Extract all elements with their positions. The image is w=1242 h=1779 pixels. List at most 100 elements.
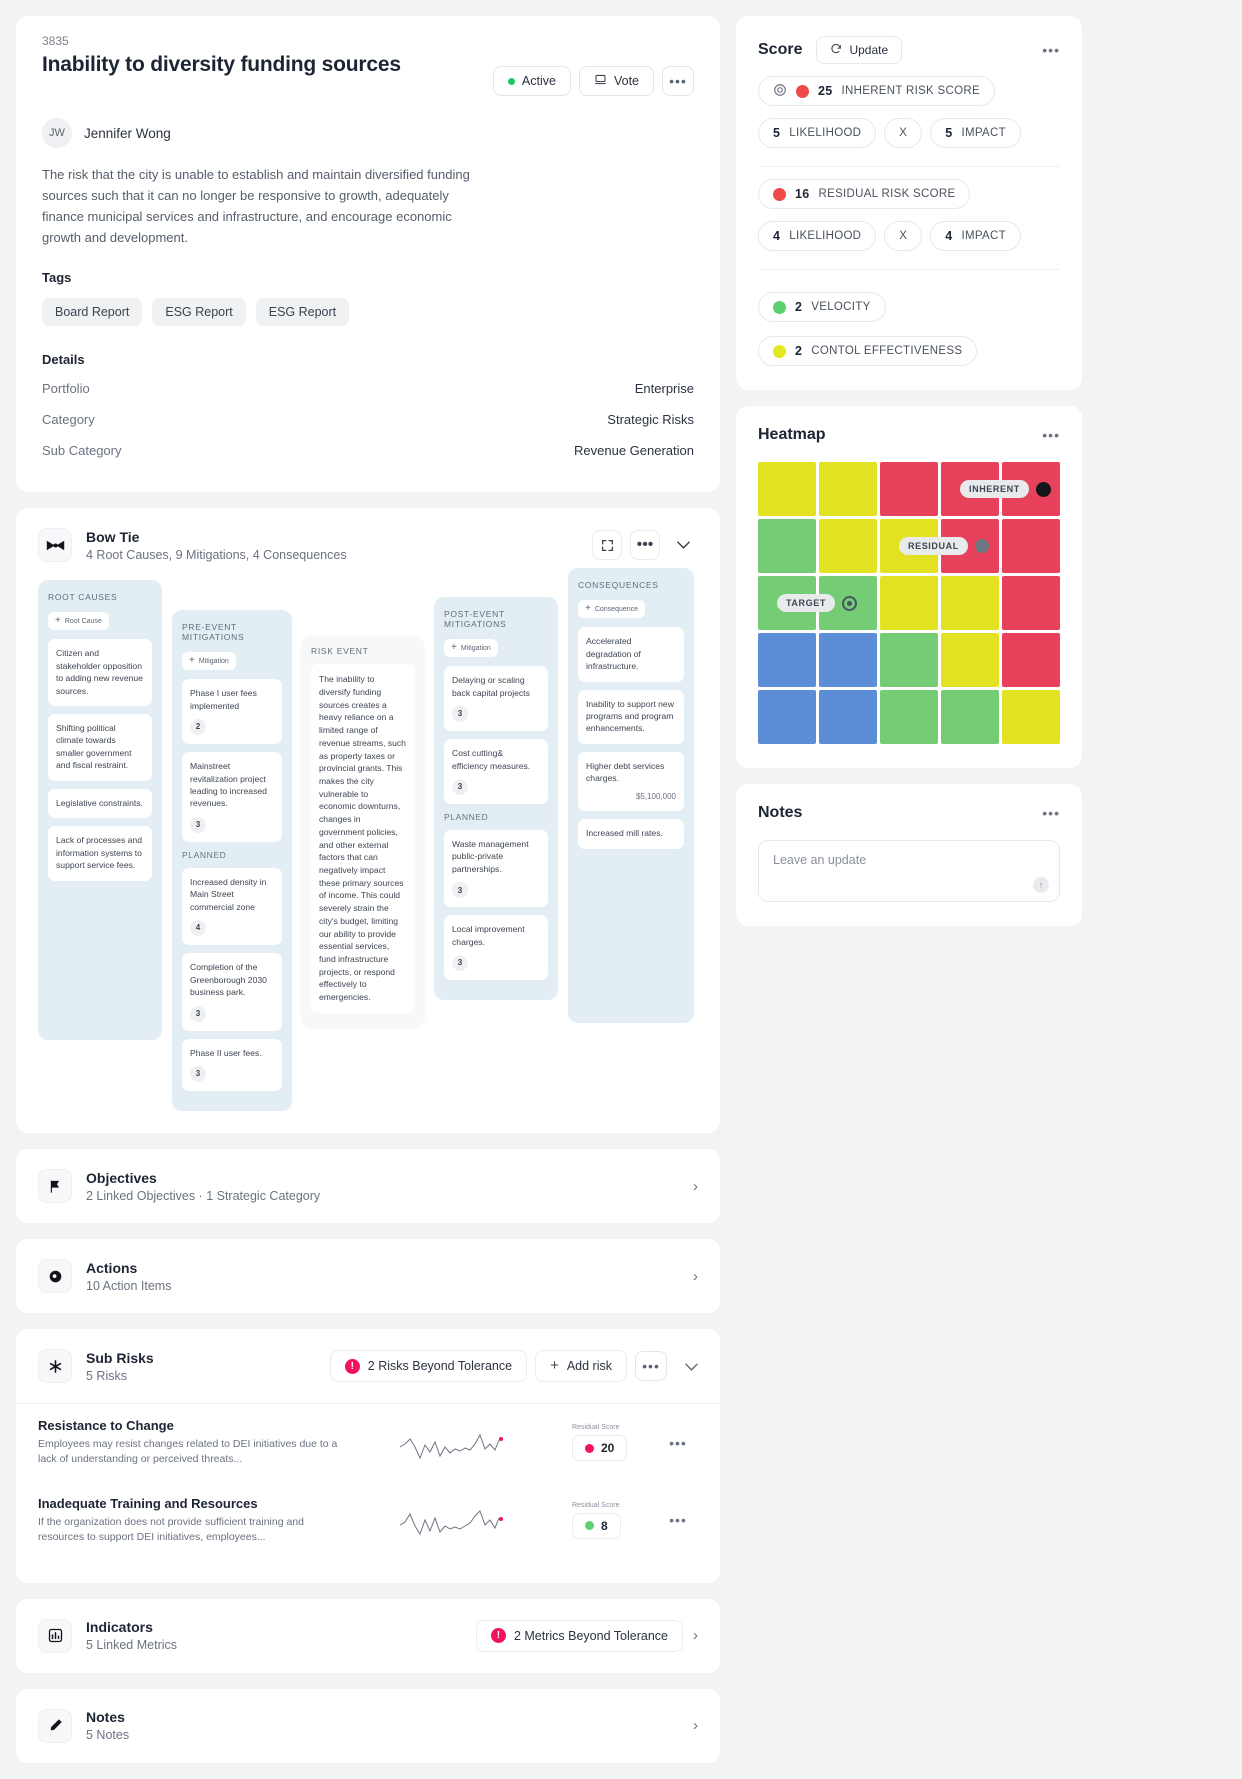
mitigation-card[interactable]: Waste management public-private partners… — [444, 830, 548, 908]
add-mitigation-button[interactable]: + Mitigation — [444, 639, 498, 658]
note-input-box[interactable]: Leave an update ↑ — [758, 840, 1060, 902]
heatmap-cell[interactable] — [758, 690, 816, 744]
heatmap-cell[interactable] — [1002, 576, 1060, 630]
heatmap-cell[interactable] — [880, 633, 938, 687]
section-actions[interactable]: Actions 10 Action Items › — [16, 1239, 720, 1314]
table-row[interactable]: Resistance to Change Employees may resis… — [16, 1404, 720, 1481]
risks-beyond-tolerance-chip[interactable]: ! 2 Risks Beyond Tolerance — [329, 1350, 528, 1383]
bowtie-more-button[interactable]: ••• — [630, 530, 660, 561]
heatmap-cell[interactable] — [758, 633, 816, 687]
heatmap-cell[interactable] — [819, 633, 877, 687]
mitigation-card[interactable]: Phase II user fees. 3 — [182, 1038, 282, 1092]
sub-risk-texts: Resistance to Change Employees may resis… — [38, 1418, 338, 1467]
heatmap-cell[interactable] — [1002, 519, 1060, 573]
heatmap-more-button[interactable]: ••• — [1042, 427, 1060, 443]
update-score-button[interactable]: Update — [816, 36, 903, 64]
heatmap-cell[interactable]: TARGET — [777, 576, 877, 630]
section-sub-risks: Sub Risks 5 Risks ! 2 Risks Beyond Toler… — [16, 1329, 720, 1583]
tag-chip[interactable]: Board Report — [42, 298, 143, 327]
section-notes[interactable]: Notes 5 Notes › — [16, 1688, 720, 1763]
mitigation-card[interactable]: Mainstreet revitalization project leadin… — [182, 752, 282, 842]
mitigation-text: Cost cutting& efficiency measures. — [452, 748, 531, 771]
sub-risk-more-button[interactable]: ••• — [658, 1435, 698, 1451]
mitigation-card[interactable]: Completion of the Greenborough 2030 busi… — [182, 953, 282, 1031]
status-dot-icon — [507, 77, 515, 85]
control-effectiveness-chip[interactable]: 2 CONTOL EFFECTIVENESS — [758, 336, 978, 366]
inherent-risk-score-chip[interactable]: 25 INHERENT RISK SCORE — [758, 76, 995, 106]
score-panel-more-button[interactable]: ••• — [1042, 42, 1060, 58]
mitigation-card[interactable]: Delaying or scaling back capital project… — [444, 666, 548, 732]
consequence-card[interactable]: Increased mill rates. — [578, 819, 684, 849]
sub-risk-more-button[interactable]: ••• — [658, 1512, 698, 1528]
table-row[interactable]: Inadequate Training and Resources If the… — [16, 1482, 720, 1559]
tag-chip[interactable]: ESG Report — [255, 298, 350, 327]
velocity-chip[interactable]: 2 VELOCITY — [758, 292, 886, 322]
heatmap-cell[interactable] — [941, 633, 999, 687]
velocity-dot-icon — [773, 300, 786, 314]
bowtie-collapse-button[interactable] — [668, 530, 698, 561]
chevron-right-icon[interactable]: › — [683, 1717, 698, 1734]
residual-impact-chip[interactable]: 4 IMPACT — [930, 221, 1021, 251]
add-root-cause-button[interactable]: + Root Cause — [48, 612, 109, 631]
section-indicators[interactable]: Indicators 5 Linked Metrics ! 2 Metrics … — [16, 1598, 720, 1673]
heatmap-cell[interactable] — [941, 576, 999, 630]
heatmap-cell[interactable] — [819, 462, 877, 516]
heatmap-cell[interactable] — [880, 690, 938, 744]
risk-event-card[interactable]: The inability to diversify funding sourc… — [311, 664, 415, 1013]
column-title: POST-EVENT MITIGATIONS — [444, 609, 507, 630]
heatmap-cell[interactable] — [819, 519, 877, 573]
residual-likelihood-chip[interactable]: 4 LIKELIHOOD — [758, 221, 877, 251]
consequence-card[interactable]: Higher debt services charges. $5,100,000 — [578, 751, 684, 812]
add-consequence-button[interactable]: + Consequence — [578, 600, 646, 619]
heatmap-cell[interactable] — [941, 690, 999, 744]
expand-icon[interactable] — [592, 530, 622, 561]
chevron-right-icon[interactable]: › — [683, 1268, 698, 1285]
consequence-card[interactable]: Accelerated degradation of infrastructur… — [578, 627, 684, 682]
mitigation-card[interactable]: Phase I user fees implemented 2 — [182, 679, 282, 745]
tag-chip[interactable]: ESG Report — [152, 298, 246, 327]
add-risk-button[interactable]: + Add risk — [535, 1350, 627, 1383]
add-mitigation-button[interactable]: + Mitigation — [182, 652, 236, 671]
chevron-right-icon[interactable]: › — [683, 1178, 698, 1195]
notes-panel-more-button[interactable]: ••• — [1042, 805, 1060, 821]
header-more-button[interactable]: ••• — [662, 66, 694, 96]
vote-button[interactable]: Vote — [578, 66, 654, 96]
chevron-right-icon[interactable]: › — [683, 1627, 698, 1644]
consequence-card[interactable]: Inability to support new programs and pr… — [578, 689, 684, 744]
mitigation-card[interactable]: Increased density in Main Street commerc… — [182, 867, 282, 946]
heatmap-cell[interactable] — [819, 690, 877, 744]
heatmap-cell[interactable] — [758, 519, 816, 573]
residual-risk-score-chip[interactable]: 16 RESIDUAL RISK SCORE — [758, 179, 971, 209]
score-panel-header: Score Update ••• — [758, 36, 1060, 64]
mitigation-card[interactable]: Local improvement charges. 3 — [444, 915, 548, 981]
heatmap-cell[interactable] — [758, 462, 816, 516]
planned-label: PLANNED — [182, 849, 227, 860]
target-ring-icon — [773, 83, 787, 100]
inherent-likelihood-chip[interactable]: 5 LIKELIHOOD — [758, 118, 877, 148]
velocity-row: 2 VELOCITY — [758, 292, 1060, 322]
asterisk-icon — [38, 1349, 72, 1384]
root-cause-card[interactable]: Legislative constraints. — [48, 788, 152, 819]
sub-risks-collapse-button[interactable] — [675, 1358, 698, 1375]
metrics-beyond-tolerance-chip[interactable]: ! 2 Metrics Beyond Tolerance — [475, 1619, 683, 1652]
sub-risks-more-button[interactable]: ••• — [635, 1351, 667, 1382]
root-cause-card[interactable]: Citizen and stakeholder opposition to ad… — [48, 639, 152, 706]
send-icon[interactable]: ↑ — [1033, 877, 1049, 893]
residual-likelihood-value: 4 — [773, 229, 781, 243]
heatmap-cell[interactable] — [1002, 633, 1060, 687]
section-objectives[interactable]: Objectives 2 Linked Objectives · 1 Strat… — [16, 1149, 720, 1224]
heatmap-grid[interactable]: INHERENT RESIDUAL TARGET — [758, 462, 1060, 744]
heatmap-cell[interactable]: RESIDUAL — [899, 519, 999, 573]
root-cause-card[interactable]: Lack of processes and information system… — [48, 826, 152, 881]
inherent-impact-chip[interactable]: 5 IMPACT — [930, 118, 1021, 148]
root-cause-card[interactable]: Shifting political climate towards small… — [48, 714, 152, 781]
residual-score-label: Residual Score — [572, 1501, 620, 1509]
status-badge[interactable]: Active — [492, 66, 571, 96]
mitigation-card[interactable]: Cost cutting& efficiency measures. 3 — [444, 739, 548, 804]
heatmap-cell[interactable]: INHERENT — [960, 462, 1060, 516]
heatmap-marker-target: TARGET — [777, 594, 857, 612]
heatmap-cell[interactable] — [880, 576, 938, 630]
heatmap-marker-residual: RESIDUAL — [899, 537, 989, 555]
heatmap-cell[interactable] — [1002, 690, 1060, 744]
heatmap-cell[interactable] — [880, 462, 938, 516]
